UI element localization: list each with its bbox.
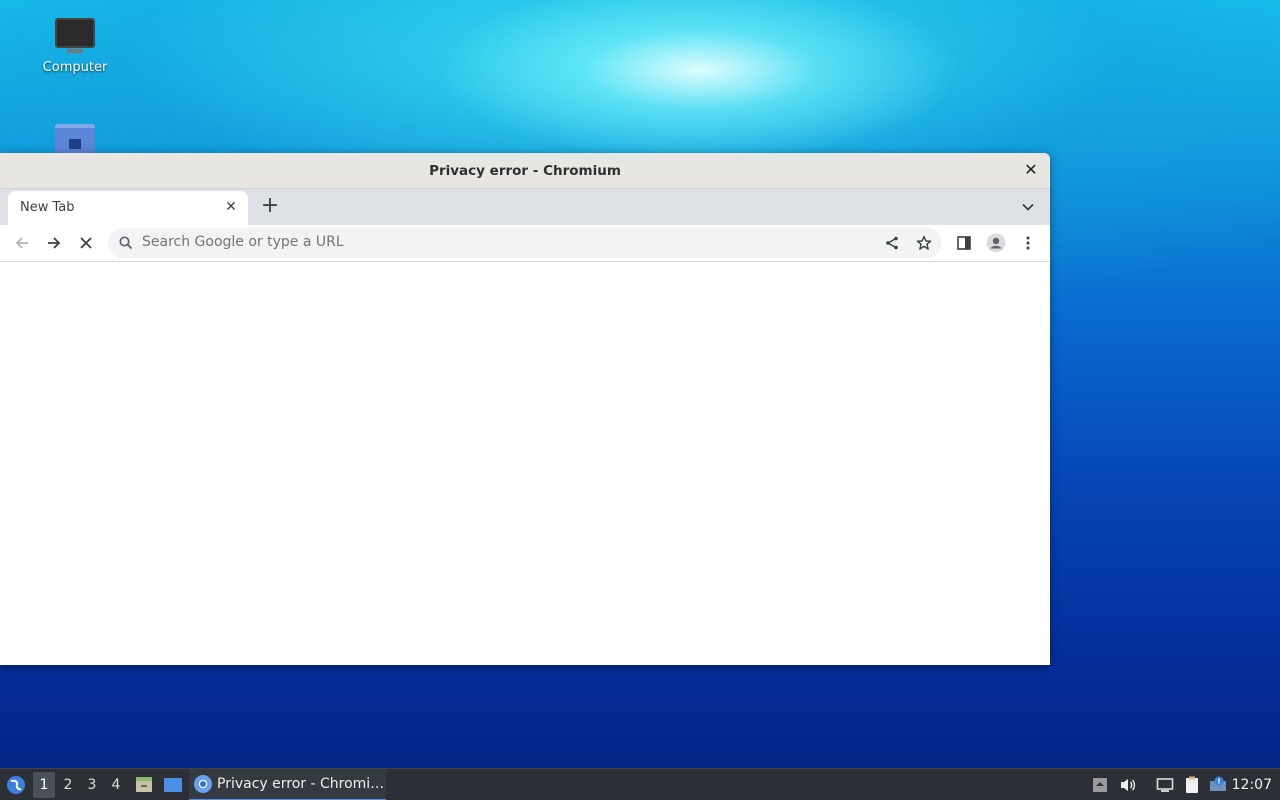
window-title: Privacy error - Chromium [429,163,621,179]
tab-label: New Tab [20,200,75,215]
menu-button[interactable] [1016,231,1040,255]
tray-volume[interactable] [1118,769,1138,800]
close-icon [80,237,92,249]
browser-toolbar [0,225,1050,262]
tray-clipboard[interactable] [1182,769,1202,800]
desktop-icon-label: Computer [42,60,108,75]
file-manager-launcher[interactable] [133,769,155,800]
tab-strip: New Tab ✕ + [0,189,1050,225]
eject-icon [1093,778,1107,792]
file-cabinet-icon [136,777,152,792]
chevron-down-icon [1022,203,1034,211]
tray-network[interactable] [1155,769,1175,800]
notification-icon [1210,776,1226,791]
profile-button[interactable] [984,231,1008,255]
task-chromium[interactable]: Privacy error - Chromi… [189,769,386,800]
tab-search-button[interactable] [1018,197,1038,217]
tray-notifications[interactable] [1207,769,1229,800]
start-menu-button[interactable] [4,769,28,800]
workspace-1[interactable]: 1 [33,772,55,798]
new-tab-button[interactable]: + [258,194,282,218]
omnibox[interactable] [108,228,942,258]
workspace-2[interactable]: 2 [57,769,79,800]
workspace-3[interactable]: 3 [81,769,103,800]
computer-icon [55,18,95,53]
back-button[interactable] [10,231,34,255]
side-panel-icon [957,236,971,250]
share-icon [886,236,898,250]
show-desktop-button[interactable] [161,769,185,800]
tab-close-icon[interactable]: ✕ [223,199,239,215]
desktop-icon-computer[interactable]: Computer [25,18,125,75]
side-panel-button[interactable] [952,231,976,255]
clock[interactable]: 12:07 [1232,769,1272,800]
tab-new-tab[interactable]: New Tab ✕ [8,191,248,225]
browser-window: Privacy error - Chromium ✕ New Tab ✕ + [0,153,1050,665]
arrow-right-icon [48,237,61,249]
taskbar: 1 2 3 4 Privacy error - Chromi… 12:07 [0,768,1280,800]
chromium-icon [194,775,212,793]
network-icon [1156,778,1174,792]
bookmark-button[interactable] [912,231,936,255]
page-content [0,263,1050,665]
share-button[interactable] [880,231,904,255]
avatar-icon [986,233,1006,253]
desktop-icon [164,778,182,792]
window-titlebar[interactable]: Privacy error - Chromium ✕ [0,153,1050,189]
clipboard-icon [1186,776,1198,793]
app-menu-icon [7,776,25,794]
task-label: Privacy error - Chromi… [217,776,385,792]
arrow-left-icon [15,237,28,249]
workspace-4[interactable]: 4 [105,769,127,800]
stop-loading-button[interactable] [74,231,98,255]
volume-icon [1121,779,1136,791]
window-close-button[interactable]: ✕ [1022,161,1040,179]
kebab-menu-icon [1026,236,1030,250]
star-icon [916,235,932,250]
search-icon [119,236,133,250]
forward-button[interactable] [42,231,66,255]
omnibox-input[interactable] [142,234,842,250]
tray-updates[interactable] [1090,769,1110,800]
